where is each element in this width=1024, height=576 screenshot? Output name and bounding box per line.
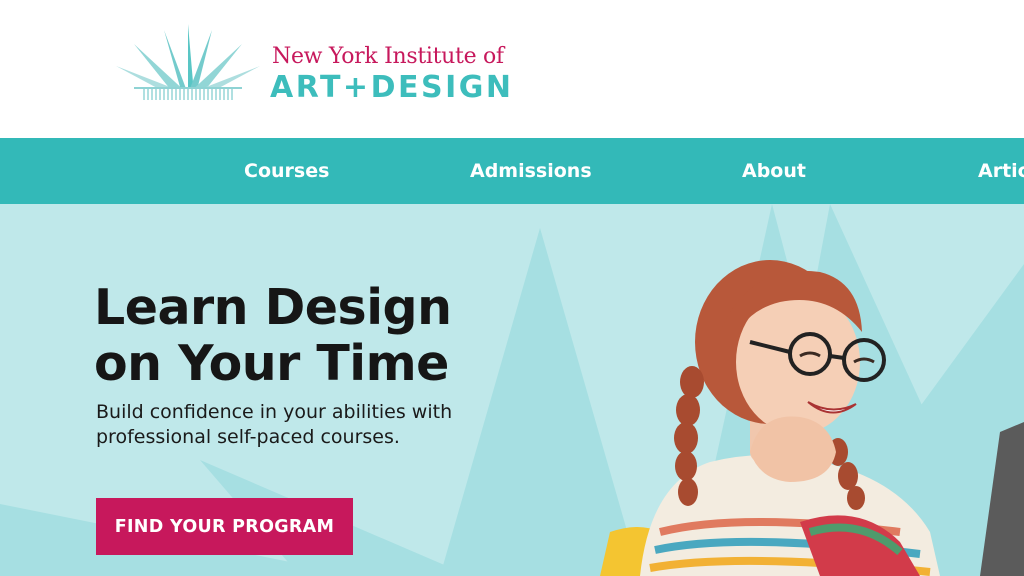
hero-title-line-1: Learn Design [94, 279, 452, 336]
nav-item-about[interactable]: About [742, 138, 806, 204]
logo-text-art-design: ART+DESIGN [270, 70, 514, 105]
site-header: New York Institute of ART+DESIGN [0, 0, 1024, 138]
hero-title-line-2: on Your Time [94, 335, 449, 392]
hero-subtitle: Build confidence in your abilities with … [96, 400, 536, 450]
nav-item-articles[interactable]: Artic [978, 138, 1024, 204]
logo-text-institute: New York Institute of [272, 44, 504, 69]
crown-rays-icon [116, 24, 260, 100]
hero-section: Learn Design on Your Time Build confiden… [0, 204, 1024, 576]
site-logo[interactable]: New York Institute of ART+DESIGN [112, 24, 542, 108]
hero-title: Learn Design on Your Time [94, 280, 574, 392]
main-nav: Courses Admissions About Artic [0, 138, 1024, 204]
hero-subtitle-line-2: professional self-paced courses. [96, 426, 400, 448]
hero-subtitle-line-1: Build confidence in your abilities with [96, 401, 453, 423]
find-your-program-button[interactable]: FIND YOUR PROGRAM [96, 498, 353, 555]
smiling-woman-with-glasses-photo [600, 260, 1024, 576]
nav-item-admissions[interactable]: Admissions [470, 138, 592, 204]
nav-item-courses[interactable]: Courses [244, 138, 329, 204]
